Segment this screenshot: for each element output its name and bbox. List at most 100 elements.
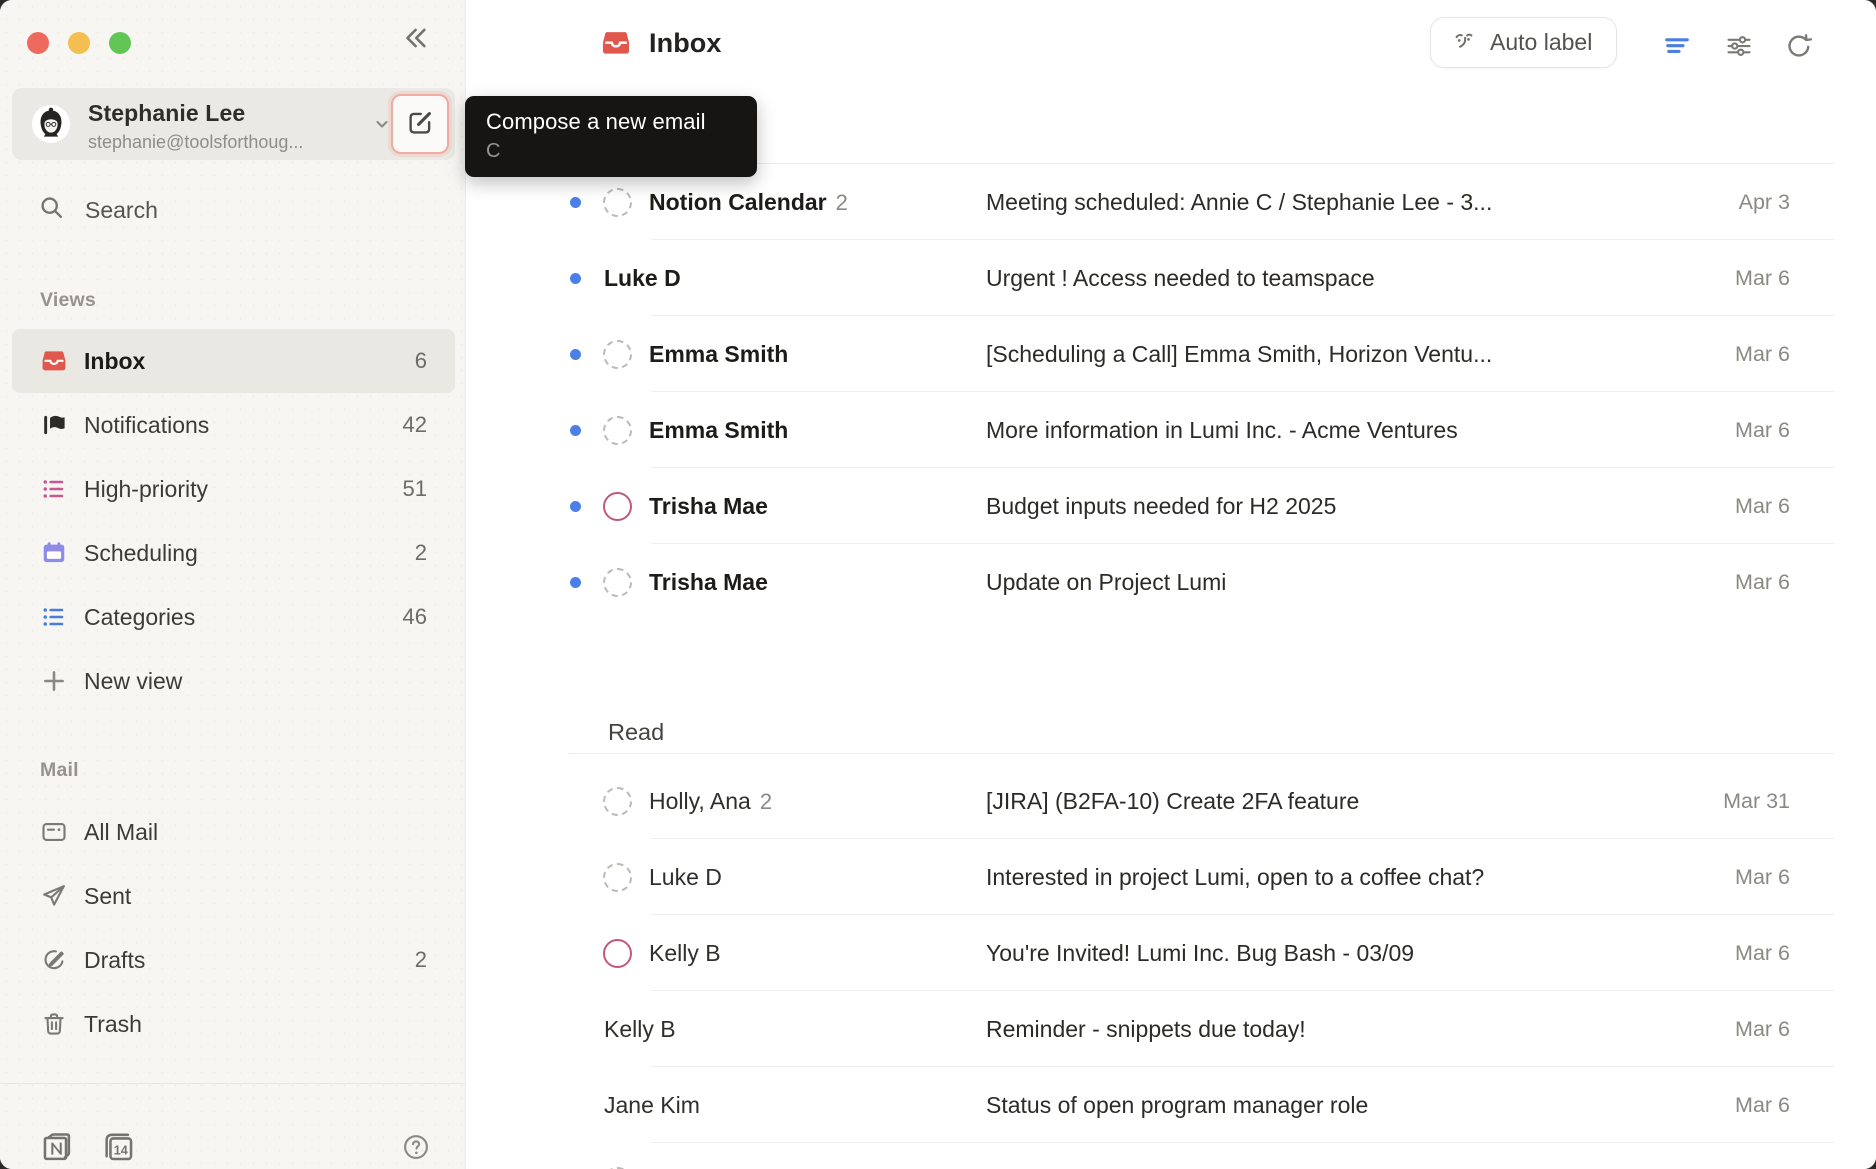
email-row[interactable]: Luke D Urgent ! Access needed to teamspac… [467,240,1876,316]
notion-calendar-icon[interactable]: 14 [100,1128,138,1166]
unread-dot [570,273,581,284]
unread-count-badge: 2 [415,947,427,973]
email-row[interactable]: Kelly BYou're Invited! Lumi Inc. Bug Bas… [467,915,1876,991]
email-date: Mar 6 [1735,240,1790,316]
filter-button[interactable] [1660,29,1694,63]
sent-icon [40,882,68,910]
filter-icon [1662,31,1692,61]
inbox-icon [40,347,68,375]
email-sender: Emma Smith [649,392,788,468]
email-date: Mar 6 [1735,991,1790,1067]
sidebar-item-new-view[interactable]: New view [12,649,455,713]
sidebar-item-high-priority[interactable]: High-priority51 [12,457,455,521]
tooltip-title: Compose a new email [486,109,736,135]
sidebar: Stephanie Lee stephanie@toolsforthoug...… [0,0,466,1169]
email-subject: Interested in project Lumi, open to a co… [986,839,1686,915]
email-subject: Meeting scheduled: Annie C / Stephanie L… [986,164,1686,240]
view-header: Inbox [600,27,722,59]
email-date: Mar 6 [1735,839,1790,915]
sidebar-item-all-mail[interactable]: All Mail [12,800,455,864]
refresh-icon [1784,31,1814,61]
mail-section-label: Mail [40,754,79,786]
avatar-placeholder-dashed-circle [603,787,632,816]
contact-avatar-circle [603,492,632,521]
display-settings-button[interactable] [1722,29,1756,63]
unread-dot [570,577,581,588]
sidebar-item-drafts[interactable]: Drafts 2 [12,928,455,992]
sidebar-item-label: Sent [84,883,131,910]
email-row[interactable]: Jane Kim Status of open program manager r… [467,1067,1876,1143]
window-controls [27,32,131,54]
notion-logo-icon[interactable] [38,1128,76,1166]
sidebar-item-label: Drafts [84,947,145,974]
email-date: Mar 6 [1735,544,1790,620]
categories-icon [40,603,68,631]
thread-count: 2 [836,190,848,215]
sidebar-item-sent[interactable]: Sent [12,864,455,928]
avatar-placeholder-dashed-circle [603,416,632,445]
email-sender: Luke D [604,240,681,316]
help-icon[interactable] [401,1132,431,1162]
collapse-sidebar-button[interactable] [397,20,433,56]
email-sender: Trisha Mae [649,468,768,544]
email-row[interactable]: Trisha MaeUpdate on Project LumiMar 6 [467,544,1876,620]
auto-label-button[interactable]: Auto label [1430,17,1617,68]
email-sender: Trisha Mae [649,544,768,620]
sidebar-item-inbox[interactable]: Inbox6 [12,329,455,393]
sidebar-item-label: Categories [84,604,195,631]
auto-label-text: Auto label [1490,29,1592,56]
email-row[interactable]: Emma SmithMore information in Lumi Inc. … [467,392,1876,468]
sidebar-item-scheduling[interactable]: Scheduling2 [12,521,455,585]
zoom-window-button[interactable] [109,32,131,54]
mail-nav-list: All Mail Sent Drafts 2 Trash [12,800,455,1056]
read-section-label: Read [608,711,664,753]
sidebar-item-label: All Mail [84,819,158,846]
scheduling-icon [40,539,68,567]
minimize-window-button[interactable] [68,32,90,54]
compose-button[interactable] [391,94,449,154]
sidebar-item-trash[interactable]: Trash [12,992,455,1056]
refresh-button[interactable] [1782,29,1816,63]
compose-tooltip: Compose a new email C [465,96,757,177]
profile-email: stephanie@toolsforthoug... [88,132,303,153]
close-window-button[interactable] [27,32,49,54]
email-row[interactable]: John Smith Introduction Call - Sales Role… [467,1143,1876,1169]
tooltip-shortcut-key: C [486,140,736,163]
email-date: Mar 6 [1735,392,1790,468]
email-sender: Jane Kim [604,1067,700,1143]
sidebar-item-label: Scheduling [84,540,198,567]
read-email-list: Holly, Ana2[JIRA] (B2FA-10) Create 2FA f… [467,763,1876,1169]
sidebar-item-notifications[interactable]: Notifications42 [12,393,455,457]
profile-name: Stephanie Lee [88,100,245,127]
account-switcher[interactable]: Stephanie Lee stephanie@toolsforthoug... [12,88,455,160]
email-row[interactable]: Trisha MaeBudget inputs needed for H2 20… [467,468,1876,544]
email-row[interactable]: Kelly BReminder - snippets due today!Mar… [467,991,1876,1067]
email-subject: Status of open program manager role [986,1067,1686,1143]
email-subject: [JIRA] (B2FA-10) Create 2FA feature [986,763,1686,839]
unread-dot [570,349,581,360]
drafts-icon [40,946,68,974]
email-subject: Introduction Call - Sales Role at Lumi I… [986,1143,1686,1169]
email-row[interactable]: Luke DInterested in project Lumi, open t… [467,839,1876,915]
email-date: Apr 3 [1739,164,1790,240]
search-button[interactable]: Search [12,178,455,242]
email-row[interactable]: Emma Smith [Scheduling a Call] Emma Smith… [467,316,1876,392]
email-subject: [Scheduling a Call] Emma Smith, Horizon … [986,316,1686,392]
email-date: Mar 31 [1723,763,1790,839]
unread-email-list: Notion Calendar2Meeting scheduled: Annie… [467,164,1876,620]
email-sender: Kelly B [649,915,721,991]
sidebar-item-label: Notifications [84,412,209,439]
unread-count-badge: 6 [415,348,427,374]
email-sender: Emma Smith [649,316,788,392]
sidebar-item-categories[interactable]: Categories46 [12,585,455,649]
sidebar-item-label: Trash [84,1011,142,1038]
email-row[interactable]: Holly, Ana2[JIRA] (B2FA-10) Create 2FA f… [467,763,1876,839]
email-subject: Urgent ! Access needed to teamspace [986,240,1686,316]
unread-dot [570,425,581,436]
email-date: Mar 6 [1735,1143,1790,1169]
high-priority-icon [40,475,68,503]
search-label: Search [85,197,158,224]
notifications-icon [40,411,68,439]
avatar-placeholder-dashed-circle [603,863,632,892]
email-sender: John Smith [649,1143,764,1169]
